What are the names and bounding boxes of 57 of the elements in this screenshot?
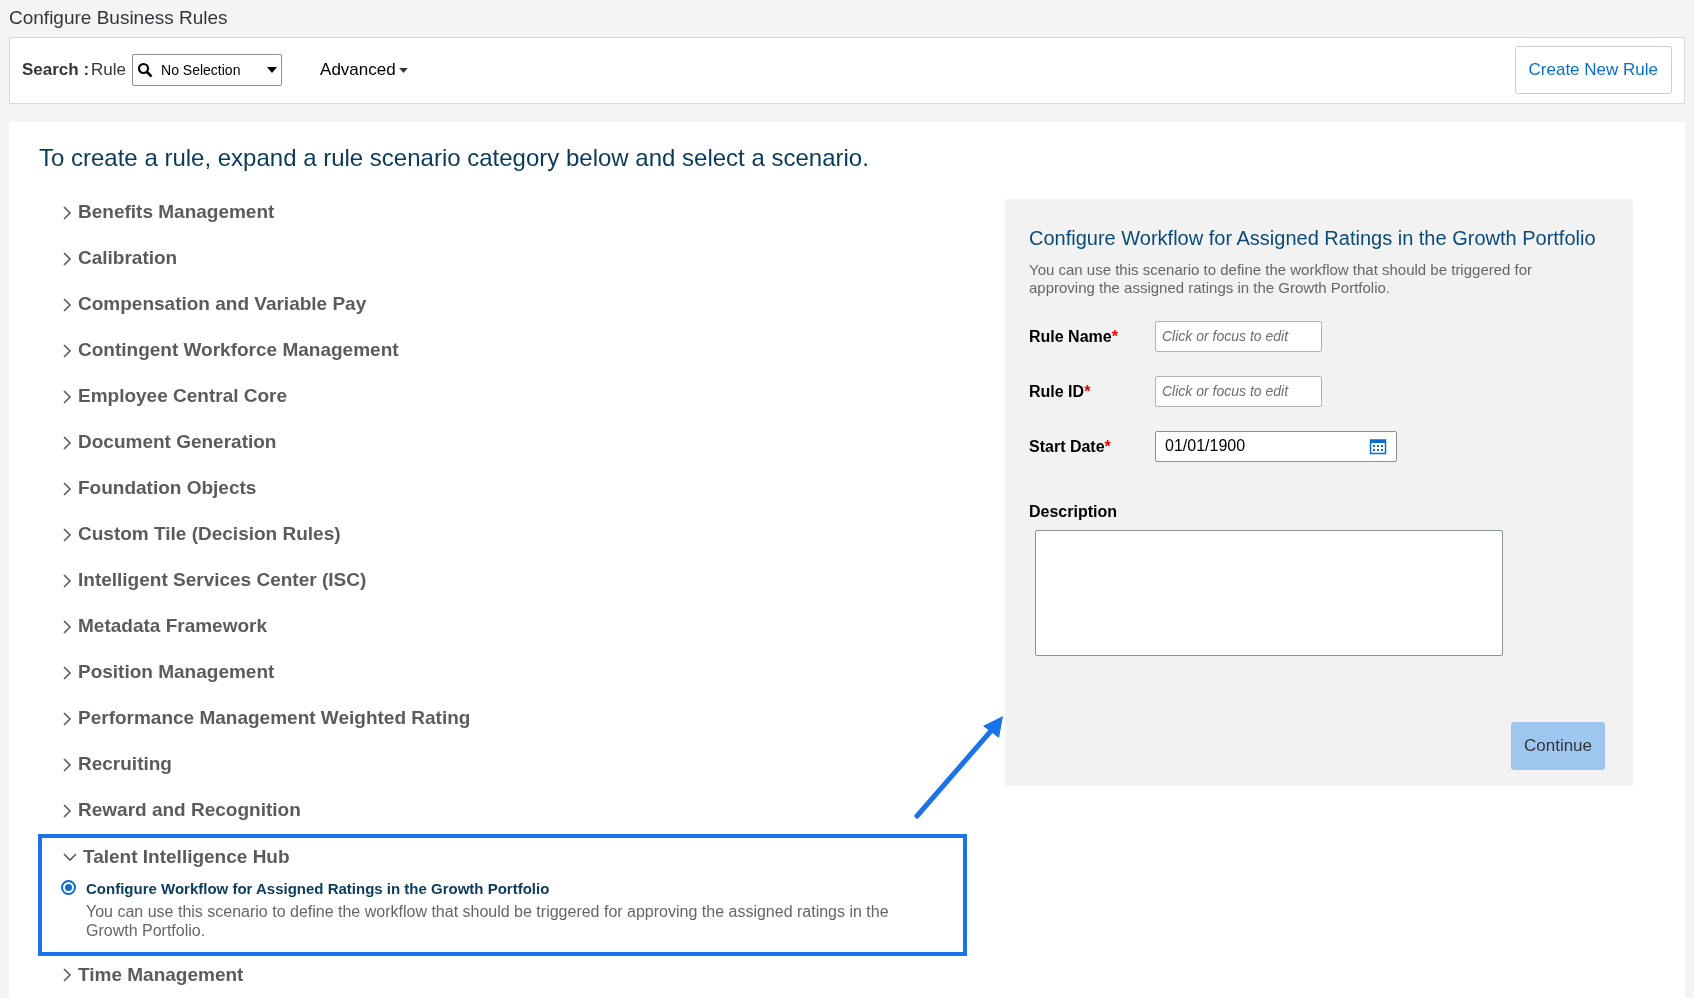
category-item[interactable]: Calibration <box>63 235 178 282</box>
chevron-right-icon <box>63 968 72 982</box>
search-icon <box>137 62 154 79</box>
category-item[interactable]: Position Management <box>63 649 275 696</box>
instruction-text: To create a rule, expand a rule scenario category below and select a scenario. <box>39 142 870 173</box>
advanced-dropdown[interactable]: Advanced <box>320 57 408 83</box>
category-item[interactable]: Contingent Workforce Management <box>63 327 399 374</box>
chevron-right-icon <box>63 205 72 220</box>
field-label: Rule ID* <box>1029 381 1092 402</box>
scenario-radio[interactable] <box>61 879 76 895</box>
caret-icon <box>267 67 278 74</box>
category-item[interactable]: Reward and Recognition <box>63 787 301 834</box>
date-field[interactable]: 01/01/1900 <box>1155 430 1397 462</box>
chevron-right-icon <box>63 573 72 588</box>
scenario-title: Configure Workflow for Assigned Ratings in the Growth Portfolio <box>1029 225 1597 251</box>
chevron-right-icon <box>63 665 72 680</box>
category-item[interactable]: Time Management <box>63 952 244 998</box>
field-label: Start Date* <box>1029 436 1112 457</box>
rule-select[interactable]: No Selection <box>132 54 283 87</box>
chevron-right-icon <box>63 251 72 266</box>
chevron-right-icon <box>63 389 72 404</box>
category-item[interactable]: Custom Tile (Decision Rules) <box>63 511 341 558</box>
chevron-right-icon <box>63 343 72 358</box>
category-item[interactable]: Talent Intelligence Hub <box>63 837 290 878</box>
text-field[interactable]: Click or focus to edit <box>1155 375 1322 407</box>
category-item[interactable]: Document Generation <box>63 419 277 466</box>
chevron-down-icon <box>63 853 77 862</box>
chevron-right-icon <box>63 297 72 312</box>
category-item[interactable]: Employee Central Core <box>63 373 288 420</box>
scenario-description: You can use this scenario to define the workflow that should be triggered for approving the assigned ratings in the Growth Portfolio. <box>86 902 890 940</box>
field-label: Rule Name* <box>1029 326 1119 347</box>
description-field[interactable] <box>1035 529 1503 656</box>
category-item[interactable]: Foundation Objects <box>63 465 257 512</box>
scenario-description: You can use this scenario to define the workflow that should be triggered for approving the assigned ratings in the Growth Portfolio. <box>1029 260 1534 297</box>
description-label: Description <box>1029 501 1118 522</box>
category-item[interactable]: Metadata Framework <box>63 603 267 650</box>
chevron-right-icon <box>63 481 72 496</box>
caret-icon <box>398 67 408 73</box>
scenario-title-link[interactable]: Configure Workflow for Assigned Ratings in the Growth Portfolio <box>86 877 919 900</box>
create-new-rule-button[interactable]: Create New Rule <box>1514 46 1672 95</box>
text-field[interactable]: Click or focus to edit <box>1155 320 1322 352</box>
chevron-right-icon <box>63 757 72 772</box>
category-item[interactable]: Recruiting <box>63 741 172 788</box>
chevron-right-icon <box>63 527 72 542</box>
category-item[interactable]: Intelligent Services Center (ISC) <box>63 557 367 604</box>
calendar-icon[interactable] <box>1369 437 1387 455</box>
chevron-right-icon <box>63 435 72 450</box>
chevron-right-icon <box>63 619 72 634</box>
category-item[interactable]: Compensation and Variable Pay <box>63 281 367 328</box>
continue-button[interactable]: Continue <box>1511 721 1605 770</box>
page-title: Configure Business Rules <box>9 6 228 31</box>
category-item[interactable]: Benefits Management <box>63 189 275 236</box>
search-label: Search : <box>22 59 90 82</box>
rule-label: Rule <box>91 59 127 82</box>
chevron-right-icon <box>63 803 72 818</box>
category-item[interactable]: Performance Management Weighted Rating <box>63 695 471 742</box>
chevron-right-icon <box>63 711 72 726</box>
